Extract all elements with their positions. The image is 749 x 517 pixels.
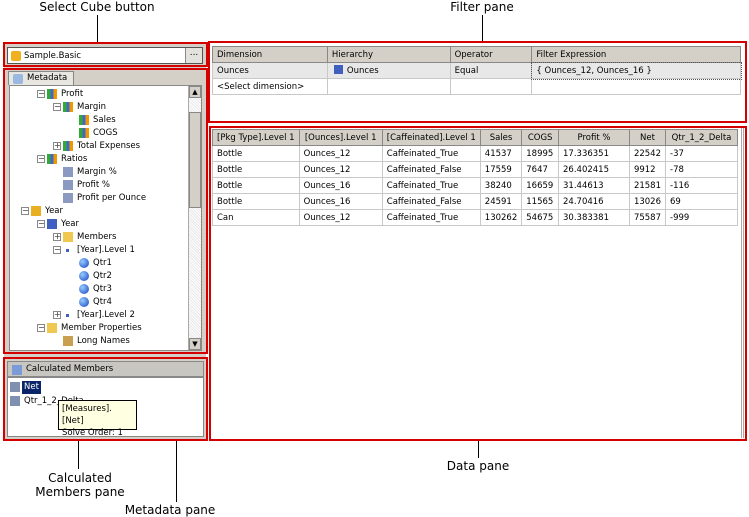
callout-select-cube: Select Cube button <box>39 0 155 14</box>
highlight-filter-pane <box>208 41 747 123</box>
callout-line <box>482 15 483 41</box>
highlight-metadata-pane <box>3 68 208 354</box>
callout-line <box>478 441 479 458</box>
callout-calc-line1: Calculated <box>48 471 112 485</box>
highlight-data-pane <box>209 126 747 441</box>
callout-line <box>97 15 98 42</box>
callout-metadata-pane: Metadata pane <box>124 503 216 517</box>
callout-calc-line2: Members pane <box>35 485 125 499</box>
highlight-calculated-members-pane <box>3 357 208 441</box>
highlight-select-cube <box>3 42 208 67</box>
callout-data-pane: Data pane <box>446 459 510 473</box>
callout-line <box>78 441 79 469</box>
callout-filter-pane: Filter pane <box>450 0 514 14</box>
